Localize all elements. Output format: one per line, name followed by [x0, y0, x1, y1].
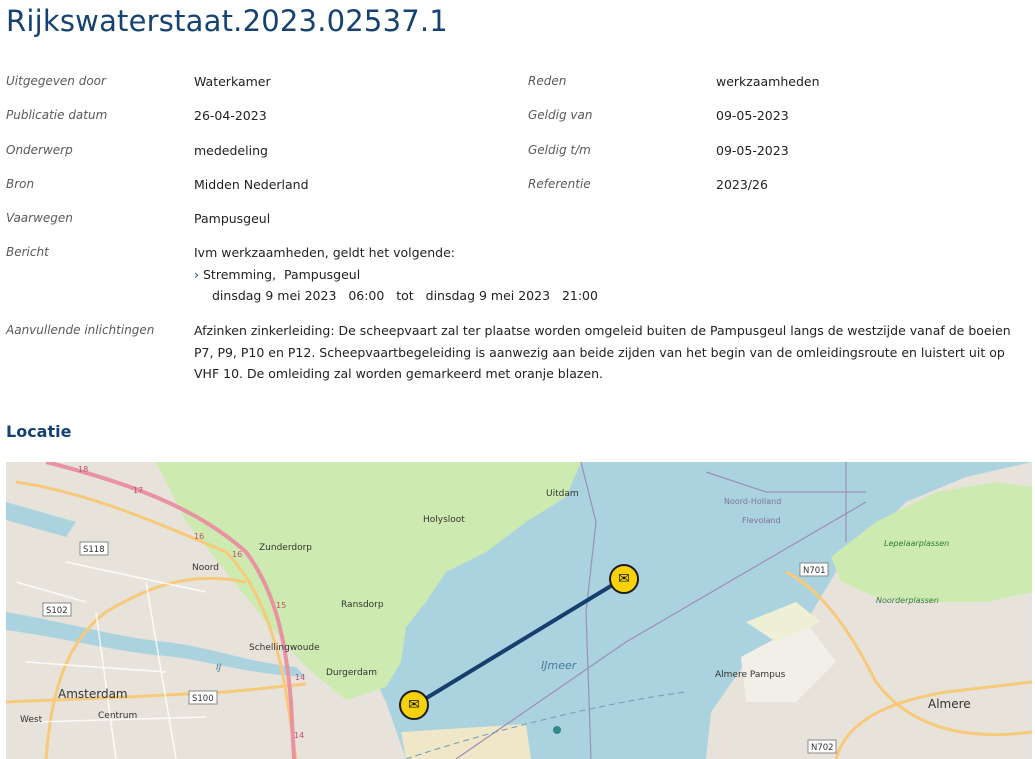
map-label-flevoland: Flevoland — [742, 516, 781, 525]
label-referentie: Referentie — [528, 177, 591, 191]
bericht-item: › Stremming, Pampusgeul — [194, 267, 360, 282]
shield-s100-text: S100 — [192, 694, 214, 704]
shield-s118-text: S118 — [83, 545, 105, 555]
value-publicatie-datum: 26-04-2023 — [194, 108, 267, 123]
label-geldig-van: Geldig van — [528, 108, 593, 122]
map-label-almere: Almere — [928, 697, 971, 711]
map-label-uitdam: Uitdam — [546, 489, 579, 499]
envelope-icon: ✉ — [618, 571, 630, 587]
value-vaarwegen: Pampusgeul — [194, 211, 271, 226]
map-label-west: West — [20, 715, 43, 725]
map-label-centrum: Centrum — [98, 711, 137, 721]
value-referentie: 2023/26 — [716, 177, 768, 192]
map-label-schellingwoude: Schellingwoude — [249, 643, 320, 653]
locatie-heading: Locatie — [6, 422, 72, 441]
label-bericht: Bericht — [6, 245, 49, 259]
bericht-item-text: Stremming, Pampusgeul — [203, 267, 361, 282]
map-label-ij: IJ — [216, 663, 222, 673]
map-label-holysloot: Holysloot — [423, 515, 465, 525]
buoy-marker — [553, 726, 561, 734]
label-aanvullende-inlichtingen: Aanvullende inlichtingen — [6, 323, 155, 337]
label-vaarwegen: Vaarwegen — [6, 211, 73, 225]
ring-number-14b: 14 — [294, 731, 304, 740]
map-label-ijmeer: IJmeer — [541, 659, 578, 672]
label-onderwerp: Onderwerp — [6, 143, 73, 157]
value-onderwerp: mededeling — [194, 143, 268, 158]
location-map[interactable]: Amsterdam Noord West Centrum Zunderdorp … — [6, 462, 1032, 759]
shield-n701-text: N701 — [803, 566, 826, 576]
ring-number-18: 18 — [78, 465, 88, 474]
notice-pin-south[interactable]: ✉ — [399, 690, 429, 720]
map-label-ransdorp: Ransdorp — [341, 600, 384, 610]
chevron-right-icon: › — [194, 267, 199, 282]
ring-number-17: 17 — [133, 486, 143, 495]
value-geldig-tm: 09-05-2023 — [716, 143, 789, 158]
value-reden: werkzaamheden — [716, 74, 820, 89]
map-canvas[interactable]: Amsterdam Noord West Centrum Zunderdorp … — [6, 462, 1032, 759]
label-reden: Reden — [528, 74, 567, 88]
ring-number-14: 14 — [295, 673, 305, 682]
label-publicatie-datum: Publicatie datum — [6, 108, 108, 122]
map-label-almere-pampus: Almere Pampus — [715, 670, 786, 680]
map-label-noord: Noord — [192, 563, 219, 573]
map-label-lepelaarplassen: Lepelaarplassen — [884, 539, 949, 548]
envelope-icon: ✉ — [408, 697, 420, 713]
bericht-period: dinsdag 9 mei 2023 06:00 tot dinsdag 9 m… — [212, 288, 598, 303]
bericht-intro: Ivm werkzaamheden, geldt het volgende: — [194, 245, 455, 260]
label-uitgegeven-door: Uitgegeven door — [6, 74, 106, 88]
value-uitgegeven-door: Waterkamer — [194, 74, 271, 89]
value-bron: Midden Nederland — [194, 177, 309, 192]
map-label-noord-holland: Noord-Holland — [724, 497, 781, 506]
notice-pin-north[interactable]: ✉ — [609, 564, 639, 594]
page-title: Rijkswaterstaat.2023.02537.1 — [6, 4, 448, 38]
label-bron: Bron — [6, 177, 35, 191]
map-label-zunderdorp: Zunderdorp — [259, 543, 312, 553]
shield-n702-text: N702 — [811, 743, 834, 753]
map-label-durgerdam: Durgerdam — [326, 668, 377, 678]
shield-s102-text: S102 — [46, 606, 68, 616]
label-geldig-tm: Geldig t/m — [528, 143, 591, 157]
aanvullende-inlichtingen-text: Afzinken zinkerleiding: De scheepvaart z… — [194, 323, 1011, 381]
value-geldig-van: 09-05-2023 — [716, 108, 789, 123]
ring-number-15: 15 — [276, 601, 286, 610]
ring-number-16b: 16 — [232, 550, 242, 559]
ring-number-16a: 16 — [194, 532, 204, 541]
map-label-noorderplassen: Noorderplassen — [876, 596, 939, 605]
map-label-amsterdam: Amsterdam — [58, 687, 128, 701]
